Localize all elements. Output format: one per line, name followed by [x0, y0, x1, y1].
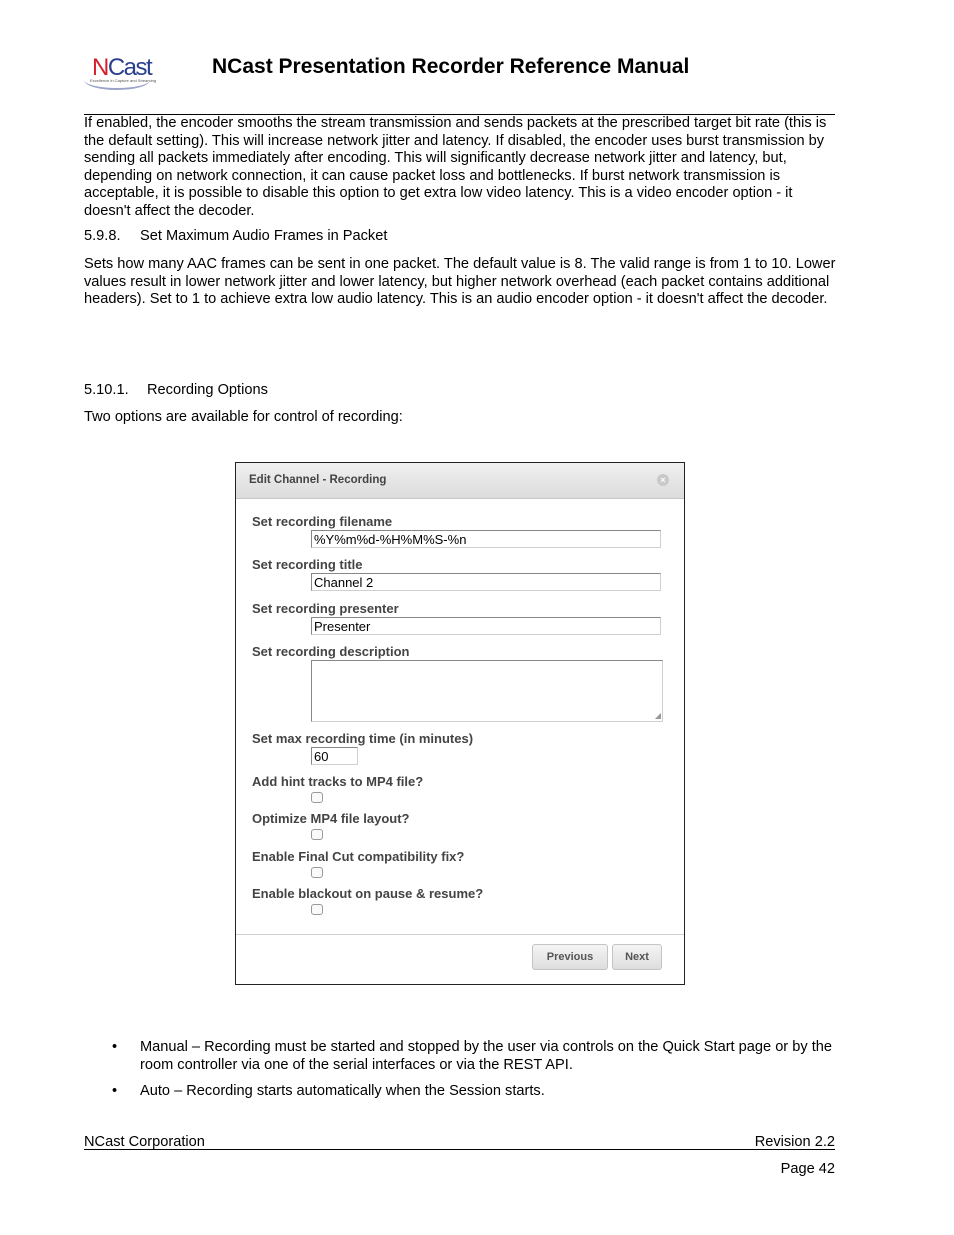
edit-channel-recording-dialog: Edit Channel - Recording × Set recording… [235, 462, 685, 985]
close-icon[interactable]: × [657, 474, 669, 486]
section-title: Recording Options [147, 382, 268, 398]
bullet-symbol: • [112, 1039, 118, 1055]
optimize-label: Optimize MP4 file layout? [252, 811, 410, 826]
section-number: 5.9.8. [84, 228, 121, 244]
finalcut-label: Enable Final Cut compatibility fix? [252, 849, 465, 864]
blackout-checkbox[interactable] [311, 904, 323, 915]
blackout-label: Enable blackout on pause & resume? [252, 886, 484, 901]
paragraph-smoothing: If enabled, the encoder smooths the stre… [84, 115, 827, 219]
max-time-input[interactable]: 60 [311, 747, 358, 765]
paragraph-recording-options: Two options are available for control of… [84, 409, 403, 425]
logo-tagline: Excellence in Capture and Streaming [90, 78, 157, 83]
bullet-manual: Manual – Recording must be started and s… [140, 1039, 832, 1073]
ncast-logo: NCast Excellence in Capture and Streamin… [84, 52, 157, 92]
section-heading-5-9-8: 5.9.8. Set Maximum Audio Frames in Packet [84, 228, 387, 244]
resize-grip-icon[interactable]: ◢ [655, 712, 661, 720]
title-input[interactable]: Channel 2 [311, 573, 661, 591]
footer-divider [84, 1149, 835, 1150]
filename-label: Set recording filename [252, 514, 393, 529]
section-title: Set Maximum Audio Frames in Packet [140, 228, 388, 244]
footer-revision: Revision 2.2 [754, 1134, 835, 1150]
hint-tracks-label: Add hint tracks to MP4 file? [252, 774, 424, 789]
dialog-title: Edit Channel - Recording [249, 474, 387, 486]
footer-company: NCast Corporation [84, 1134, 205, 1150]
description-label: Set recording description [252, 644, 410, 659]
max-time-label: Set max recording time (in minutes) [252, 731, 474, 746]
presenter-input[interactable]: Presenter [311, 617, 661, 635]
presenter-label: Set recording presenter [252, 601, 399, 616]
description-textarea[interactable]: ◢ [311, 660, 663, 722]
previous-button[interactable]: Previous [532, 944, 608, 970]
hint-tracks-checkbox[interactable] [311, 792, 323, 803]
section-heading-5-10-1: 5.10.1. Recording Options [84, 382, 268, 398]
dialog-footer-divider [236, 934, 684, 935]
next-button[interactable]: Next [612, 944, 662, 970]
dialog-header: Edit Channel - Recording × [236, 463, 684, 499]
title-label: Set recording title [252, 557, 363, 572]
page-number: Page 42 [780, 1161, 835, 1177]
bullet-auto: Auto – Recording starts automatically wh… [140, 1083, 545, 1099]
paragraph-audio-frames: Sets how many AAC frames can be sent in … [84, 256, 836, 307]
document-title: NCast Presentation Recorder Reference Ma… [212, 55, 690, 78]
section-number: 5.10.1. [84, 382, 129, 398]
filename-input[interactable]: %Y%m%d-%H%M%S-%n [311, 530, 661, 548]
bullet-symbol: • [112, 1083, 118, 1099]
finalcut-checkbox[interactable] [311, 867, 323, 878]
optimize-checkbox[interactable] [311, 829, 323, 840]
